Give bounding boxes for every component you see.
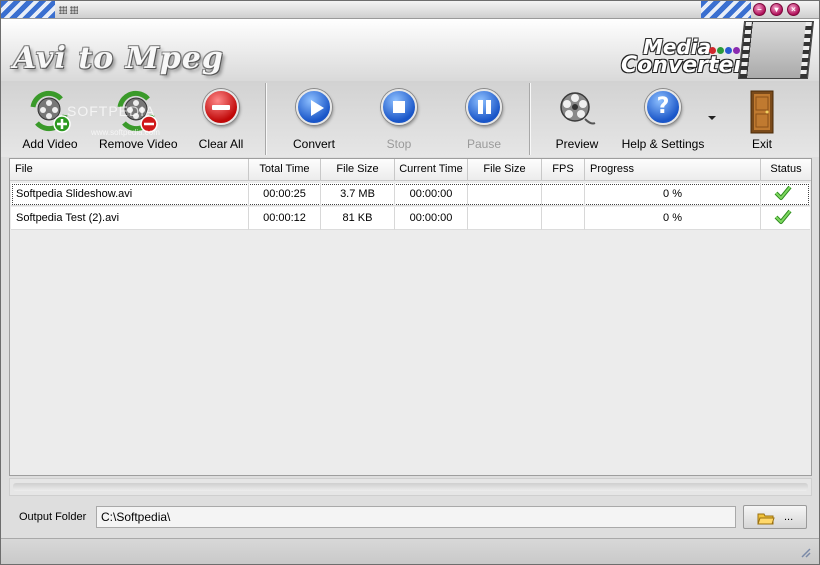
close-icon[interactable]: ×: [787, 3, 800, 16]
stop-button[interactable]: Stop: [369, 87, 429, 153]
stop-label: Stop: [386, 137, 412, 151]
convert-button[interactable]: Convert: [283, 87, 345, 153]
add-video-label: Add Video: [22, 137, 78, 151]
column-fps[interactable]: FPS: [542, 159, 585, 181]
column-output-size[interactable]: File Size: [468, 159, 542, 181]
app-window: – ▾ × Avi to Mpeg Media Converters Add V…: [0, 0, 820, 565]
brand-logo: Media Converters: [621, 33, 757, 79]
column-file-size[interactable]: File Size: [321, 159, 395, 181]
cell-status: [761, 207, 810, 230]
resize-grip-icon[interactable]: [799, 546, 811, 558]
convert-label: Convert: [292, 137, 336, 151]
output-folder-field[interactable]: C:\Softpedia\: [96, 506, 736, 528]
column-file[interactable]: File: [10, 159, 249, 181]
browse-label: ...: [784, 511, 794, 523]
clear-all-label: Clear All: [198, 137, 244, 151]
play-icon: [296, 89, 332, 125]
scrollbar-track[interactable]: [13, 483, 808, 491]
door-icon: [747, 89, 777, 138]
film-reel-icon: [555, 89, 599, 136]
cell-output-size: [468, 183, 542, 206]
output-folder-label: Output Folder: [19, 511, 87, 523]
title-bar[interactable]: – ▾ ×: [1, 1, 819, 19]
column-current-time[interactable]: Current Time: [395, 159, 468, 181]
pause-button[interactable]: Pause: [453, 87, 515, 153]
file-table: File Total Time File Size Current Time F…: [9, 158, 812, 476]
help-settings-label: Help & Settings: [621, 137, 705, 151]
help-icon: ?: [645, 89, 681, 125]
browse-button[interactable]: ...: [743, 505, 807, 529]
watermark-url: www.softpedia.com: [91, 128, 160, 137]
add-video-button[interactable]: Add Video: [15, 87, 85, 153]
chevron-down-icon[interactable]: [708, 116, 716, 120]
pause-label: Pause: [466, 137, 502, 151]
cell-file-size: 3.7 MB: [321, 183, 395, 206]
toolbar: Add Video Remove Video SOFTPEDIA www.sof…: [1, 81, 819, 157]
help-settings-button[interactable]: ? Help & Settings: [621, 87, 705, 153]
cell-progress: 0 %: [585, 207, 761, 230]
filmstrip-icon: [737, 21, 815, 79]
folder-icon: [757, 513, 775, 525]
title-stripes-right: [701, 1, 751, 18]
table-row[interactable]: Softpedia Slideshow.avi 00:00:25 3.7 MB …: [11, 183, 810, 206]
check-icon: [774, 185, 792, 200]
watermark: SOFTPEDIA: [67, 103, 156, 119]
cell-file: Softpedia Slideshow.avi: [11, 183, 249, 206]
clear-all-icon: [203, 89, 239, 125]
cell-progress: 0 %: [585, 183, 761, 206]
cell-total-time: 00:00:12: [249, 207, 321, 230]
cell-current-time: 00:00:00: [395, 207, 468, 230]
column-status[interactable]: Status: [761, 159, 811, 181]
stop-icon: [381, 89, 417, 125]
brand-line2: Converters: [621, 53, 758, 78]
pause-icon: [466, 89, 502, 125]
app-header: Avi to Mpeg Media Converters: [1, 19, 819, 81]
title-stripes: [1, 1, 55, 18]
status-bar: [1, 538, 819, 564]
table-row[interactable]: Softpedia Test (2).avi 00:00:12 81 KB 00…: [11, 207, 810, 230]
output-folder-row: Output Folder C:\Softpedia\ ...: [1, 501, 819, 535]
maximize-icon[interactable]: ▾: [770, 3, 783, 16]
table-header: File Total Time File Size Current Time F…: [10, 159, 811, 181]
cell-file: Softpedia Test (2).avi: [11, 207, 249, 230]
exit-button[interactable]: Exit: [737, 87, 787, 153]
cell-fps: [542, 207, 585, 230]
toolbar-separator: [265, 83, 267, 155]
check-icon: [774, 209, 792, 224]
preview-button[interactable]: Preview: [547, 87, 607, 153]
cell-fps: [542, 183, 585, 206]
cell-file-size: 81 KB: [321, 207, 395, 230]
column-progress[interactable]: Progress: [585, 159, 761, 181]
clear-all-button[interactable]: Clear All: [191, 87, 251, 153]
preview-label: Preview: [555, 137, 599, 151]
cell-current-time: 00:00:00: [395, 183, 468, 206]
title-grip: [59, 5, 89, 15]
cell-status: [761, 183, 810, 206]
exit-label: Exit: [751, 137, 772, 151]
toolbar-separator-2: [529, 83, 531, 155]
cell-total-time: 00:00:25: [249, 183, 321, 206]
minimize-icon[interactable]: –: [753, 3, 766, 16]
cell-output-size: [468, 207, 542, 230]
horizontal-scrollbar[interactable]: [9, 478, 812, 496]
column-total-time[interactable]: Total Time: [249, 159, 321, 181]
app-title: Avi to Mpeg: [13, 41, 224, 76]
remove-video-button[interactable]: Remove Video: [99, 87, 178, 153]
remove-video-label: Remove Video: [99, 137, 178, 151]
